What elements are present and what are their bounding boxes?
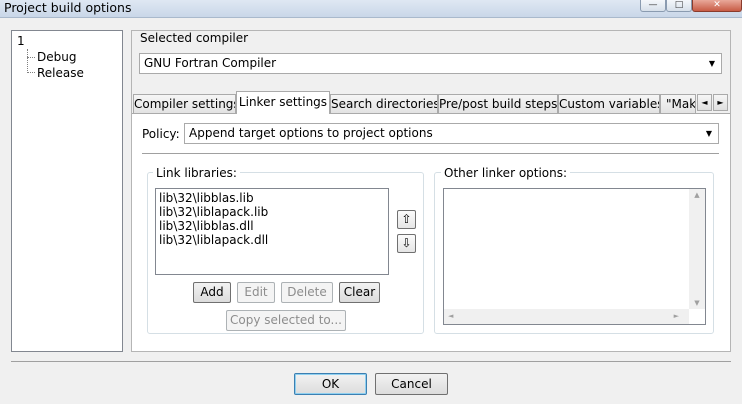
link-libraries-list[interactable]: lib\32\libblas.lib lib\32\liblapack.lib …	[155, 188, 389, 275]
vertical-scrollbar[interactable]: ▲ ▼	[689, 189, 705, 309]
tree-connector	[27, 72, 35, 73]
add-button[interactable]: Add	[193, 282, 231, 303]
policy-dropdown[interactable]: Append target options to project options…	[184, 123, 719, 144]
link-libraries-label: Link libraries:	[153, 166, 240, 180]
delete-button[interactable]: Delete	[281, 282, 333, 303]
close-button[interactable]: ✕	[692, 0, 742, 12]
ok-button[interactable]: OK	[294, 373, 367, 395]
scroll-left-icon[interactable]: ◄	[448, 309, 453, 324]
other-linker-options-textarea[interactable]	[443, 188, 706, 325]
tree-connector	[27, 49, 28, 73]
list-item[interactable]: lib\32\liblapack.dll	[156, 233, 388, 247]
tab-search-directories[interactable]: Search directories	[330, 94, 438, 113]
title-bar[interactable]: Project build options — □ ✕	[0, 0, 742, 18]
scroll-down-icon[interactable]: ▼	[689, 297, 705, 309]
cancel-button[interactable]: Cancel	[375, 373, 448, 395]
compiler-dropdown-value: GNU Fortran Compiler	[144, 56, 277, 70]
tree-item-debug[interactable]: Debug	[37, 50, 76, 64]
copy-selected-button[interactable]: Copy selected to...	[226, 310, 346, 331]
tab-scroll-left-icon[interactable]: ◄	[697, 94, 712, 111]
chevron-down-icon: ▼	[708, 59, 716, 68]
target-tree[interactable]: 1 Debug Release	[11, 30, 123, 352]
other-linker-options-label: Other linker options:	[441, 166, 571, 180]
tab-custom-variables[interactable]: Custom variables	[558, 94, 660, 113]
scroll-up-icon[interactable]: ▲	[689, 189, 705, 201]
move-down-icon[interactable]: ⇩	[397, 234, 416, 253]
tab-compiler-settings[interactable]: Compiler settings	[133, 94, 236, 113]
policy-label: Policy:	[142, 127, 180, 141]
minimize-button[interactable]: —	[640, 0, 666, 12]
list-item[interactable]: lib\32\libblas.lib	[156, 191, 388, 205]
tab-pre-post-build-steps[interactable]: Pre/post build steps	[438, 94, 558, 113]
policy-dropdown-value: Append target options to project options	[189, 126, 433, 140]
separator	[11, 361, 731, 362]
tree-item-release[interactable]: Release	[37, 66, 84, 80]
tab-linker-settings[interactable]: Linker settings	[236, 91, 330, 114]
tree-connector	[27, 57, 35, 58]
edit-button[interactable]: Edit	[237, 282, 275, 303]
horizontal-scrollbar[interactable]: ◄ ►	[444, 309, 689, 324]
compiler-dropdown[interactable]: GNU Fortran Compiler ▼	[139, 53, 722, 74]
separator	[142, 153, 719, 154]
window-title: Project build options	[4, 0, 132, 15]
list-item[interactable]: lib\32\libblas.dll	[156, 219, 388, 233]
move-up-icon[interactable]: ⇧	[397, 210, 416, 229]
clear-button[interactable]: Clear	[339, 282, 380, 303]
tab-make-commands[interactable]: "Make	[660, 94, 696, 113]
tab-scroll-right-icon[interactable]: ►	[713, 94, 728, 111]
tree-root-item[interactable]: 1	[17, 34, 25, 48]
selected-compiler-label: Selected compiler	[140, 31, 249, 45]
maximize-button[interactable]: □	[666, 0, 692, 12]
list-item[interactable]: lib\32\liblapack.lib	[156, 205, 388, 219]
chevron-down-icon: ▼	[705, 129, 713, 138]
scroll-right-icon[interactable]: ►	[674, 309, 679, 324]
